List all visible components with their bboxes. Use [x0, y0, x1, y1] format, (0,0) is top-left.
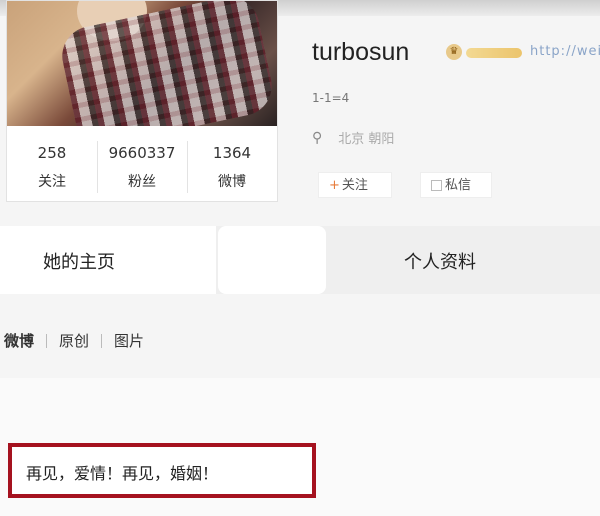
- stat-followers[interactable]: 9660337 粉丝: [97, 135, 187, 201]
- tab-home-extension: [218, 226, 326, 294]
- stat-value: 9660337: [108, 144, 176, 162]
- follow-label: 关注: [341, 178, 368, 193]
- profile-stats: 258 关注 9660337 粉丝 1364 微博: [7, 135, 277, 201]
- username: turbosun: [312, 38, 410, 66]
- stat-value: 258: [37, 144, 67, 162]
- post-text: 再见，爱情！再见，婚姻！: [26, 464, 219, 483]
- profile-link[interactable]: http://wei: [530, 44, 600, 59]
- stat-posts[interactable]: 1364 微博: [187, 135, 277, 201]
- location-row: ⚲ 北京 朝阳: [312, 128, 395, 148]
- message-label: 私信: [445, 178, 472, 193]
- tab-label: 她的主页: [43, 252, 115, 273]
- profile-tabs: 个人资料 她的主页: [0, 226, 600, 294]
- subtab-images[interactable]: 图片: [114, 330, 144, 351]
- stat-label: 关注: [38, 174, 66, 190]
- location-pin-icon: ⚲: [312, 129, 323, 146]
- location-text: 北京 朝阳: [338, 132, 395, 147]
- divider: [101, 333, 103, 348]
- plus-icon: +: [329, 178, 340, 193]
- avatar[interactable]: [7, 1, 277, 126]
- tab-label: 个人资料: [404, 252, 476, 273]
- message-button[interactable]: 私信: [420, 172, 492, 198]
- stat-following[interactable]: 258 关注: [7, 135, 97, 201]
- message-icon: [431, 180, 442, 191]
- stat-value: 1364: [212, 144, 252, 162]
- vip-level-badge[interactable]: [466, 48, 522, 58]
- feed-filter: 微博 原创 图片: [4, 330, 144, 351]
- stat-label: 粉丝: [128, 174, 156, 190]
- divider: [46, 333, 48, 348]
- follow-button[interactable]: + 关注: [318, 172, 392, 198]
- stat-label: 微博: [218, 174, 246, 190]
- bio-text: 1-1=4: [312, 91, 350, 105]
- profile-card: 258 关注 9660337 粉丝 1364 微博: [6, 0, 278, 202]
- crown-icon[interactable]: ♛: [446, 44, 462, 60]
- subtab-original[interactable]: 原创: [59, 330, 89, 351]
- highlighted-post[interactable]: 再见，爱情！再见，婚姻！: [8, 443, 316, 498]
- tab-home[interactable]: 她的主页: [0, 226, 216, 294]
- subtab-weibo[interactable]: 微博: [4, 330, 34, 351]
